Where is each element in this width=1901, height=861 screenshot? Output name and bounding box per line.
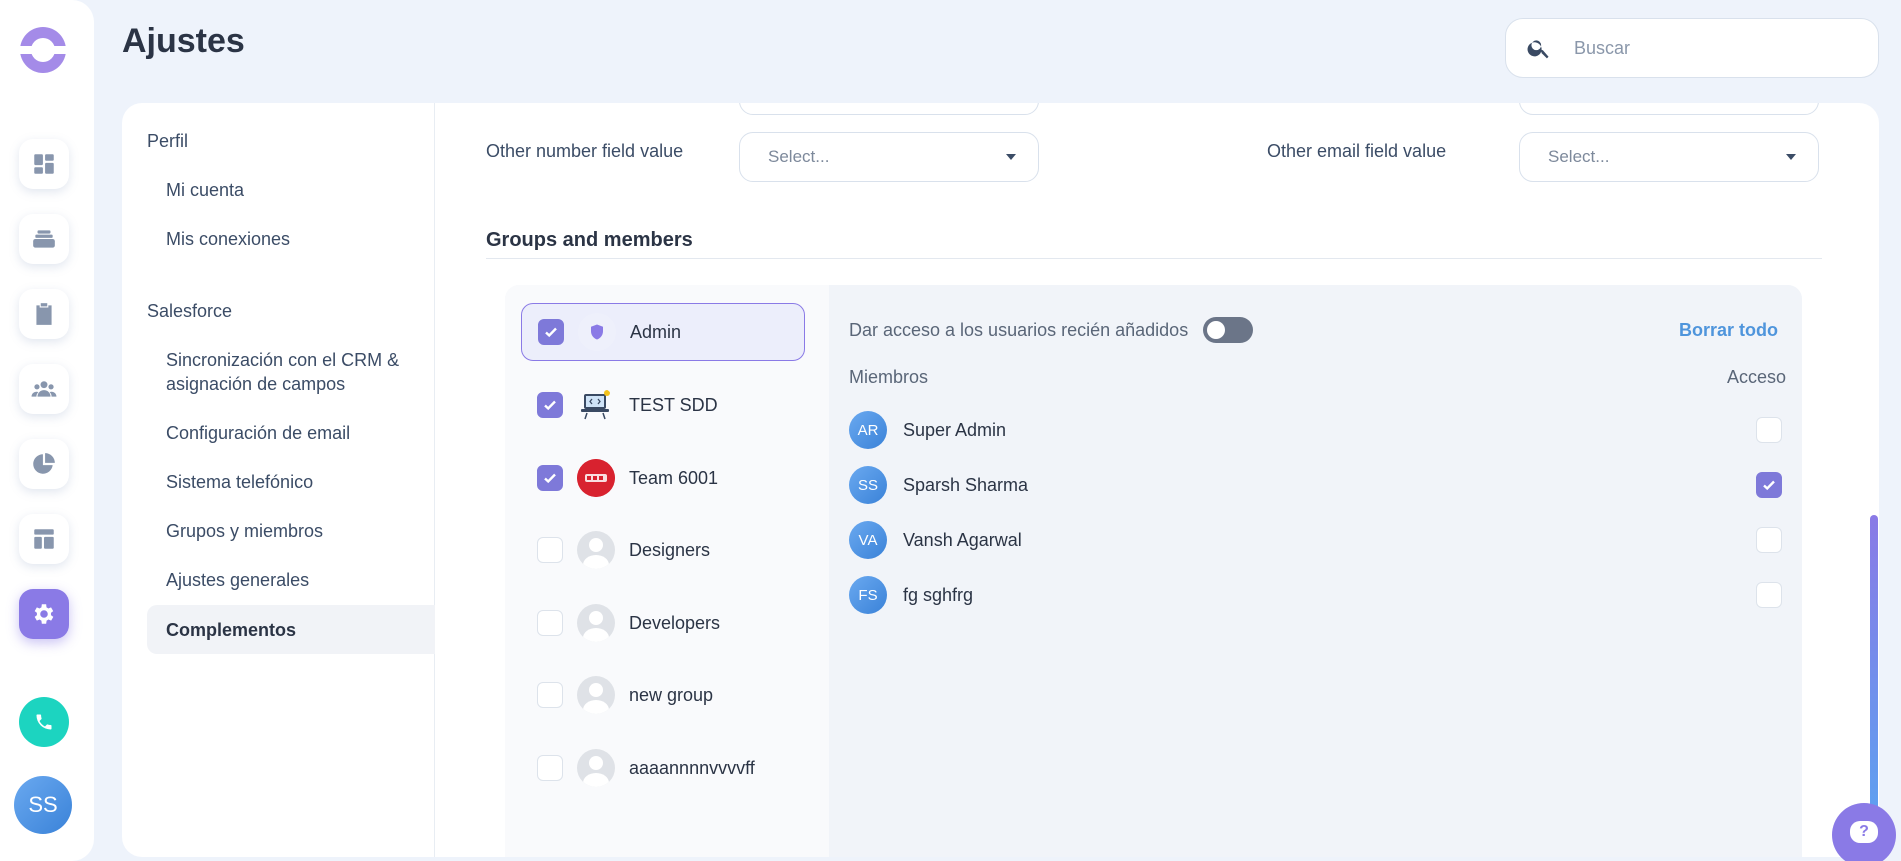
nav-section-salesforce: Salesforce — [147, 301, 233, 321]
group-row-aaaannnnvvvvff[interactable]: aaaannnnvvvvff — [521, 739, 805, 797]
new-user-access-label: Dar acceso a los usuarios recién añadido… — [849, 320, 1189, 340]
select-partial-left[interactable] — [739, 103, 1039, 115]
member-name: Super Admin — [903, 419, 1007, 440]
search-box[interactable] — [1505, 18, 1879, 78]
search-input[interactable] — [1574, 37, 1834, 59]
nav-item-mi-cuenta[interactable]: Mi cuenta — [166, 178, 416, 202]
settings-nav: Perfil Mi cuenta Mis conexiones Salesfor… — [122, 103, 435, 857]
default-avatar — [577, 749, 615, 787]
chevron-down-icon — [1006, 154, 1016, 160]
page-title: Ajustes — [122, 22, 245, 60]
inbox-stack-icon[interactable] — [19, 214, 69, 264]
group-row-test-sdd[interactable]: TEST SDD — [521, 376, 805, 434]
group-checkbox[interactable] — [537, 682, 563, 708]
group-name: aaaannnnvvvvff — [629, 757, 755, 778]
group-name: new group — [629, 684, 714, 705]
members-header: Miembros — [849, 367, 929, 387]
nav-rail: SS — [0, 0, 94, 861]
access-header: Acceso — [1726, 367, 1786, 387]
divider — [486, 258, 1822, 259]
layout-icon[interactable] — [19, 514, 69, 564]
app-logo[interactable] — [18, 27, 68, 73]
member-avatar: SS — [849, 466, 887, 504]
group-name: Designers — [629, 539, 711, 560]
group-checkbox[interactable] — [537, 465, 563, 491]
member-name: Sparsh Sharma — [903, 474, 1029, 495]
nav-item-complementos[interactable]: Complementos — [147, 605, 435, 654]
nav-section-perfil: Perfil — [147, 131, 189, 151]
phone-icon[interactable] — [19, 697, 69, 747]
nav-item-email-config[interactable]: Configuración de email — [166, 421, 416, 445]
member-row: AR Super Admin — [849, 410, 1782, 450]
chevron-down-icon — [1786, 154, 1796, 160]
member-row: FS fg sghfrg — [849, 575, 1782, 615]
group-name: Admin — [630, 321, 682, 342]
member-row: SS Sparsh Sharma — [849, 465, 1782, 505]
number-field-label: Other number field value — [486, 141, 684, 161]
team-icon[interactable] — [19, 364, 69, 414]
default-avatar — [577, 676, 615, 714]
help-chat-icon[interactable]: ? — [1832, 803, 1896, 861]
group-name: TEST SDD — [629, 394, 718, 415]
settings-card: Perfil Mi cuenta Mis conexiones Salesfor… — [122, 103, 1879, 857]
groups-section-title: Groups and members — [486, 229, 693, 251]
group-checkbox[interactable] — [537, 610, 563, 636]
nav-item-crm-sync[interactable]: Sincronización con el CRM & asignación d… — [166, 348, 416, 396]
nav-item-groups-members[interactable]: Grupos y miembros — [166, 519, 416, 543]
group-checkbox[interactable] — [537, 755, 563, 781]
select-value: Select... — [768, 147, 830, 166]
group-row-admin[interactable]: Admin — [521, 303, 805, 361]
group-name: Team 6001 — [629, 467, 719, 488]
number-field-select[interactable]: Select... — [739, 132, 1039, 182]
group-checkbox[interactable] — [538, 319, 564, 345]
scrollbar[interactable] — [1870, 515, 1878, 815]
email-field-select[interactable]: Select... — [1519, 132, 1819, 182]
select-partial-right[interactable] — [1519, 103, 1819, 115]
default-avatar — [577, 531, 615, 569]
member-avatar: VA — [849, 521, 887, 559]
group-checkbox[interactable] — [537, 392, 563, 418]
search-icon — [1527, 40, 1549, 59]
team-logo — [577, 459, 615, 497]
member-avatar: FS — [849, 576, 887, 614]
nav-item-general-settings[interactable]: Ajustes generales — [166, 568, 416, 592]
clear-all-button[interactable]: Borrar todo — [1679, 320, 1778, 341]
member-avatar: AR — [849, 411, 887, 449]
laptop-icon — [577, 386, 615, 424]
group-row-developers[interactable]: Developers — [521, 594, 805, 652]
dashboard-icon[interactable] — [19, 139, 69, 189]
groups-list: Admin TEST SDD Team 6001 Designers Devel… — [505, 285, 829, 857]
member-name: Vansh Agarwal — [903, 529, 1022, 550]
group-row-new-group[interactable]: new group — [521, 666, 805, 724]
member-name: fg sghfrg — [903, 584, 974, 605]
pie-chart-icon[interactable] — [19, 439, 69, 489]
group-name: Developers — [629, 612, 721, 633]
email-field-label: Other email field value — [1267, 141, 1447, 161]
nav-item-phone-system[interactable]: Sistema telefónico — [166, 470, 416, 494]
nav-item-mis-conexiones[interactable]: Mis conexiones — [166, 227, 416, 251]
access-checkbox[interactable] — [1756, 527, 1782, 553]
user-avatar[interactable]: SS — [14, 776, 72, 834]
members-pane: Dar acceso a los usuarios recién añadido… — [829, 285, 1802, 857]
member-row: VA Vansh Agarwal — [849, 520, 1782, 560]
access-checkbox[interactable] — [1756, 472, 1782, 498]
access-checkbox[interactable] — [1756, 582, 1782, 608]
group-checkbox[interactable] — [537, 537, 563, 563]
group-row-team-6001[interactable]: Team 6001 — [521, 449, 805, 507]
group-row-designers[interactable]: Designers — [521, 521, 805, 579]
default-avatar — [577, 604, 615, 642]
select-value: Select... — [1548, 147, 1610, 166]
groups-panel: Admin TEST SDD Team 6001 Designers Devel… — [505, 285, 1802, 857]
clipboard-icon[interactable] — [19, 289, 69, 339]
settings-gear-icon[interactable] — [19, 589, 69, 639]
shield-icon — [578, 313, 616, 351]
new-user-access-toggle[interactable] — [1203, 317, 1253, 343]
access-checkbox[interactable] — [1756, 417, 1782, 443]
